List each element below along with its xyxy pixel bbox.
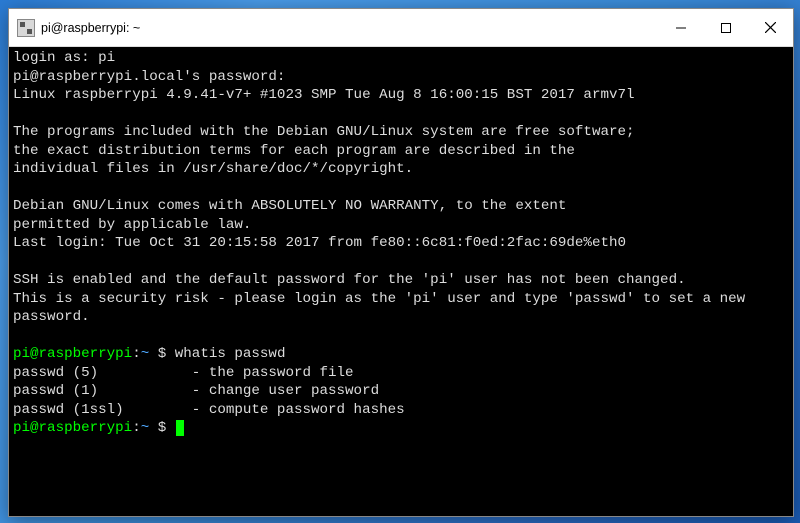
- titlebar[interactable]: pi@raspberrypi: ~: [9, 9, 793, 47]
- ssh-warning-line: SSH is enabled and the default password …: [13, 271, 789, 290]
- whatis-row: passwd (5) - the password file: [13, 364, 789, 383]
- blank-line: [13, 327, 789, 346]
- cursor: [176, 420, 185, 436]
- password-prompt: pi@raspberrypi.local's password:: [13, 68, 789, 87]
- kernel-line: Linux raspberrypi 4.9.41-v7+ #1023 SMP T…: [13, 86, 789, 105]
- prompt-dollar: $: [149, 346, 175, 362]
- prompt-path: ~: [141, 420, 150, 436]
- warranty-line: permitted by applicable law.: [13, 216, 789, 235]
- prompt-user: pi@raspberrypi: [13, 346, 132, 362]
- prompt-colon: :: [132, 346, 141, 362]
- typed-command: whatis passwd: [175, 346, 286, 362]
- blank-line: [13, 179, 789, 198]
- maximize-button[interactable]: [703, 9, 748, 46]
- last-login-line: Last login: Tue Oct 31 20:15:58 2017 fro…: [13, 234, 789, 253]
- whatis-row: passwd (1ssl) - compute password hashes: [13, 401, 789, 420]
- command-line: pi@raspberrypi:~ $ whatis passwd: [13, 345, 789, 364]
- blank-line: [13, 105, 789, 124]
- warranty-line: Debian GNU/Linux comes with ABSOLUTELY N…: [13, 197, 789, 216]
- prompt-colon: :: [132, 420, 141, 436]
- whatis-row: passwd (1) - change user password: [13, 382, 789, 401]
- ssh-warning-line: This is a security risk - please login a…: [13, 290, 789, 327]
- motd-line: The programs included with the Debian GN…: [13, 123, 789, 142]
- motd-line: individual files in /usr/share/doc/*/cop…: [13, 160, 789, 179]
- blank-line: [13, 253, 789, 272]
- prompt-user: pi@raspberrypi: [13, 420, 132, 436]
- prompt-line: pi@raspberrypi:~ $: [13, 419, 789, 438]
- prompt-dollar: $: [149, 420, 175, 436]
- login-prompt: login as: pi: [13, 49, 789, 68]
- motd-line: the exact distribution terms for each pr…: [13, 142, 789, 161]
- window-title: pi@raspberrypi: ~: [41, 21, 658, 35]
- prompt-path: ~: [141, 346, 150, 362]
- terminal-area[interactable]: login as: pipi@raspberrypi.local's passw…: [9, 47, 793, 516]
- terminal-window: pi@raspberrypi: ~ login as: pipi@raspber…: [8, 8, 794, 517]
- minimize-button[interactable]: [658, 9, 703, 46]
- close-button[interactable]: [748, 9, 793, 46]
- window-controls: [658, 9, 793, 46]
- putty-icon: [17, 19, 35, 37]
